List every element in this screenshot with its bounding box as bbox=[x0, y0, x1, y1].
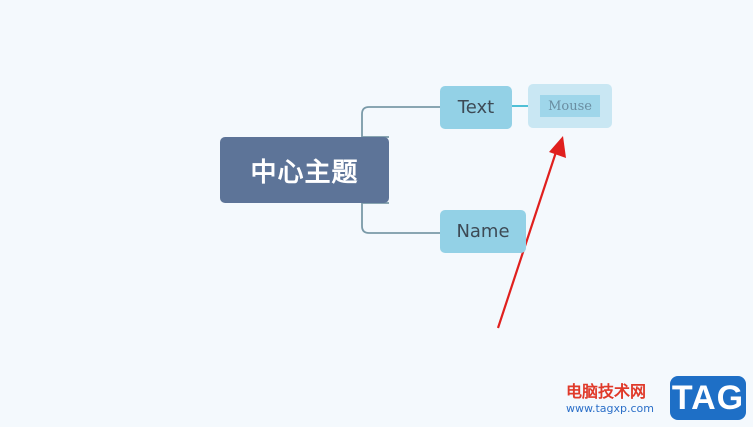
mindmap-canvas[interactable]: 中心主题 Text Name Mouse 电脑技术网 www.tagxp.com… bbox=[0, 0, 753, 427]
new-topic-input[interactable]: Mouse bbox=[540, 95, 600, 117]
watermark-logo: TAG bbox=[670, 376, 746, 420]
annotation-arrowhead bbox=[549, 136, 566, 158]
site-watermark: 电脑技术网 www.tagxp.com TAG bbox=[562, 374, 750, 424]
subtopic-text[interactable]: Text bbox=[440, 86, 512, 129]
central-topic-label: 中心主题 bbox=[250, 157, 359, 188]
new-topic-input-value: Mouse bbox=[548, 98, 592, 114]
subtopic-name-label: Name bbox=[456, 221, 510, 242]
connector-to-name bbox=[361, 202, 440, 234]
watermark-logo-text: TAG bbox=[671, 378, 745, 417]
watermark-url: www.tagxp.com bbox=[566, 402, 654, 415]
connector-to-text bbox=[361, 106, 440, 138]
central-topic[interactable]: 中心主题 bbox=[220, 137, 389, 203]
watermark-site-name: 电脑技术网 bbox=[566, 382, 647, 401]
subtopic-text-label: Text bbox=[457, 97, 495, 118]
subtopic-name[interactable]: Name bbox=[440, 210, 526, 253]
new-topic-node[interactable]: Mouse bbox=[528, 84, 612, 128]
connector-lines bbox=[361, 105, 566, 329]
